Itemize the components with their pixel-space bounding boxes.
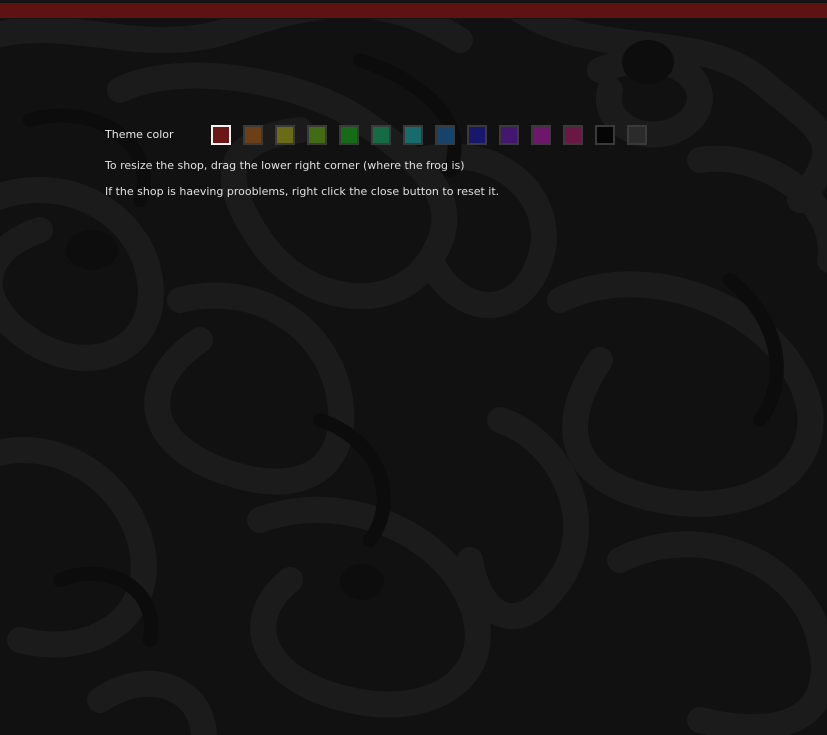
theme-swatch-black[interactable] — [595, 125, 615, 145]
theme-color-swatches — [211, 125, 651, 145]
theme-swatch-olive[interactable] — [275, 125, 295, 145]
theme-swatch-blue[interactable] — [467, 125, 487, 145]
theme-swatch-magenta[interactable] — [531, 125, 551, 145]
theme-swatch-teal[interactable] — [403, 125, 423, 145]
settings-panel: Theme color To resize the shop, drag the… — [0, 0, 827, 735]
theme-swatch-sea-green[interactable] — [371, 125, 391, 145]
reset-hint-text: If the shop is haeving prooblems, right … — [105, 185, 500, 198]
theme-swatch-crimson[interactable] — [563, 125, 583, 145]
theme-swatch-green[interactable] — [339, 125, 359, 145]
theme-swatch-purple[interactable] — [499, 125, 519, 145]
theme-swatch-orange[interactable] — [243, 125, 263, 145]
theme-swatch-red[interactable] — [211, 125, 231, 145]
theme-swatch-dark-gray[interactable] — [627, 125, 647, 145]
theme-swatch-steel-blue[interactable] — [435, 125, 455, 145]
resize-hint-text: To resize the shop, drag the lower right… — [105, 159, 465, 172]
theme-color-label: Theme color — [105, 128, 174, 141]
theme-swatch-green-yellow[interactable] — [307, 125, 327, 145]
